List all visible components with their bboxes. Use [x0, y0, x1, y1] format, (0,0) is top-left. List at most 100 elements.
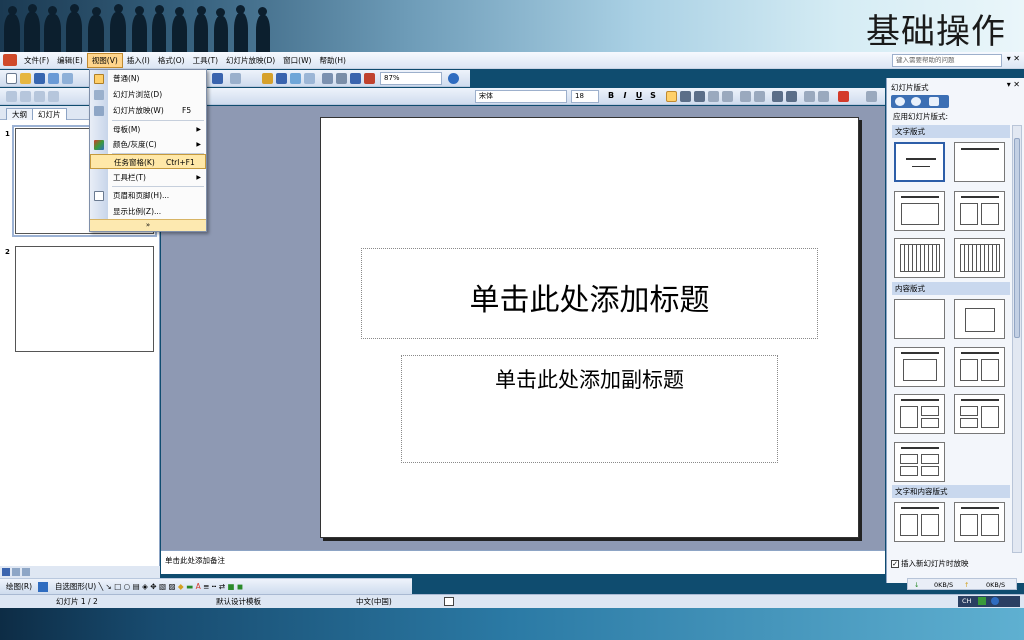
arrow-icon[interactable]: ↘ — [106, 582, 112, 591]
layout-title-content-two[interactable] — [894, 394, 945, 434]
dash-style-icon[interactable]: ┅ — [212, 582, 217, 591]
expand-icon[interactable] — [322, 73, 333, 84]
layout-title-four-content[interactable] — [894, 442, 945, 482]
wordart-icon[interactable]: ◈ — [142, 582, 148, 591]
numbering-icon[interactable] — [740, 91, 751, 102]
help-icon[interactable] — [448, 73, 459, 84]
increase-indent-icon[interactable] — [818, 91, 829, 102]
hyperlink-icon[interactable] — [304, 73, 315, 84]
slide-sorter-button[interactable] — [12, 568, 20, 576]
menu-slideshow[interactable]: 幻灯片放映(D) — [222, 53, 279, 68]
ime-mode-icon[interactable] — [977, 597, 986, 605]
print-icon[interactable] — [48, 73, 59, 84]
draw-menu-button[interactable]: 绘图(R) — [6, 582, 32, 591]
align-center-icon[interactable] — [680, 91, 691, 102]
menu-format[interactable]: 格式(O) — [154, 53, 189, 68]
layout-vertical-text[interactable] — [894, 238, 945, 278]
checkbox-checked-icon[interactable]: ✓ — [891, 560, 899, 568]
menu-item-header-footer[interactable]: 页眉和页脚(H)... — [90, 188, 206, 203]
notes-pane[interactable]: 单击此处添加备注 — [161, 550, 885, 574]
table-icon[interactable] — [276, 73, 287, 84]
font-name-select[interactable]: 宋体 — [475, 90, 567, 103]
color-grayscale-icon[interactable] — [364, 73, 375, 84]
menu-item-task-pane[interactable]: 任务窗格(K) Ctrl+F1 — [90, 154, 206, 169]
menu-edit[interactable]: 编辑(E) — [53, 53, 87, 68]
menu-item-master[interactable]: 母板(M) ▶ — [90, 122, 206, 137]
title-placeholder[interactable]: 单击此处添加标题 — [361, 248, 818, 339]
layout-title-text[interactable] — [894, 191, 945, 231]
shadow-button[interactable]: S — [648, 91, 658, 100]
menu-item-zoom[interactable]: 显示比例(Z)... — [90, 204, 206, 219]
layout-content[interactable] — [954, 299, 1005, 339]
shrink-font-icon[interactable] — [786, 91, 797, 102]
forward-icon[interactable] — [911, 97, 921, 106]
preview-icon[interactable] — [62, 73, 73, 84]
task-pane-scrollbar[interactable] — [1012, 125, 1022, 553]
grid-icon[interactable] — [350, 73, 361, 84]
line-style-icon[interactable]: ≡ — [203, 582, 209, 591]
3d-icon[interactable]: ◼ — [237, 582, 243, 591]
layout-blank[interactable] — [894, 299, 945, 339]
layout-title-content-text[interactable] — [954, 502, 1005, 542]
picture-icon[interactable]: ▨ — [168, 582, 175, 591]
chart-icon[interactable] — [262, 73, 273, 84]
justify-icon[interactable] — [708, 91, 719, 102]
layout-title-two-content-one[interactable] — [954, 394, 1005, 434]
save-icon[interactable] — [34, 73, 45, 84]
menu-insert[interactable]: 插入(I) — [123, 53, 154, 68]
move-up-icon[interactable] — [34, 91, 45, 102]
layout-title-slide[interactable] — [894, 142, 945, 182]
slideshow-button[interactable] — [22, 568, 30, 576]
promote-icon[interactable] — [6, 91, 17, 102]
menu-help[interactable]: 帮助(H) — [315, 53, 350, 68]
design-icon[interactable] — [866, 91, 877, 102]
font-color-icon[interactable] — [838, 91, 849, 102]
layout-title-only[interactable] — [954, 142, 1005, 182]
menu-item-slide-sorter[interactable]: 幻灯片浏览(D) — [90, 87, 206, 102]
close-icon[interactable]: ▾ ✕ — [1007, 80, 1020, 89]
menu-item-color-grayscale[interactable]: 颜色/灰度(C) ▶ — [90, 137, 206, 152]
move-down-icon[interactable] — [48, 91, 59, 102]
diagram-icon[interactable]: ✥ — [150, 582, 156, 591]
rectangle-icon[interactable]: □ — [114, 582, 121, 591]
menu-item-slideshow[interactable]: 幻灯片放映(W) F5 — [90, 103, 206, 118]
new-icon[interactable] — [6, 73, 17, 84]
bold-button[interactable]: B — [606, 91, 616, 100]
back-icon[interactable] — [895, 97, 905, 106]
menu-view[interactable]: 视图(V) — [86, 52, 123, 68]
home-icon[interactable] — [929, 97, 939, 106]
menu-item-toolbars[interactable]: 工具栏(T) ▶ — [90, 170, 206, 185]
fill-color-icon[interactable]: ◆ — [178, 582, 184, 591]
select-objects-icon[interactable] — [38, 582, 49, 592]
slide-canvas[interactable]: 单击此处添加标题 单击此处添加副标题 — [320, 117, 859, 538]
layout-title-text-content[interactable] — [894, 502, 945, 542]
menu-window[interactable]: 窗口(W) — [279, 53, 315, 68]
layout-title-two-columns[interactable] — [954, 191, 1005, 231]
slide-thumbnail-2[interactable] — [15, 246, 154, 352]
layout-title-two-content[interactable] — [954, 347, 1005, 387]
normal-view-button[interactable] — [2, 568, 10, 576]
ime-indicator[interactable]: CH — [962, 597, 971, 605]
clipart-icon[interactable]: ▧ — [159, 582, 166, 591]
demote-icon[interactable] — [20, 91, 31, 102]
help-icon[interactable] — [990, 597, 999, 605]
redo-icon[interactable] — [230, 73, 241, 84]
menu-file[interactable]: 文件(F) — [20, 53, 53, 68]
layout-vertical-title-text[interactable] — [954, 238, 1005, 278]
show-on-insert-checkbox[interactable]: ✓ 插入新幻灯片时放映 — [891, 558, 969, 569]
align-right-icon[interactable] — [694, 91, 705, 102]
line-color-icon[interactable]: ▬ — [186, 582, 193, 591]
oval-icon[interactable]: ○ — [124, 582, 131, 591]
font-size-select[interactable]: 18 — [571, 90, 599, 103]
subtitle-placeholder[interactable]: 单击此处添加副标题 — [401, 355, 778, 463]
expand-menu-button[interactable]: » — [90, 219, 206, 231]
decrease-indent-icon[interactable] — [804, 91, 815, 102]
font-color-icon[interactable]: A — [196, 582, 201, 591]
help-search-input[interactable]: 键入需要帮助的问题 — [892, 54, 1002, 67]
align-left-icon[interactable] — [666, 91, 677, 102]
columns-icon[interactable] — [722, 91, 733, 102]
undo-icon[interactable] — [212, 73, 223, 84]
show-formatting-icon[interactable] — [336, 73, 347, 84]
zoom-select[interactable]: 87% — [380, 72, 442, 85]
textbox-icon[interactable]: ▤ — [133, 582, 140, 591]
